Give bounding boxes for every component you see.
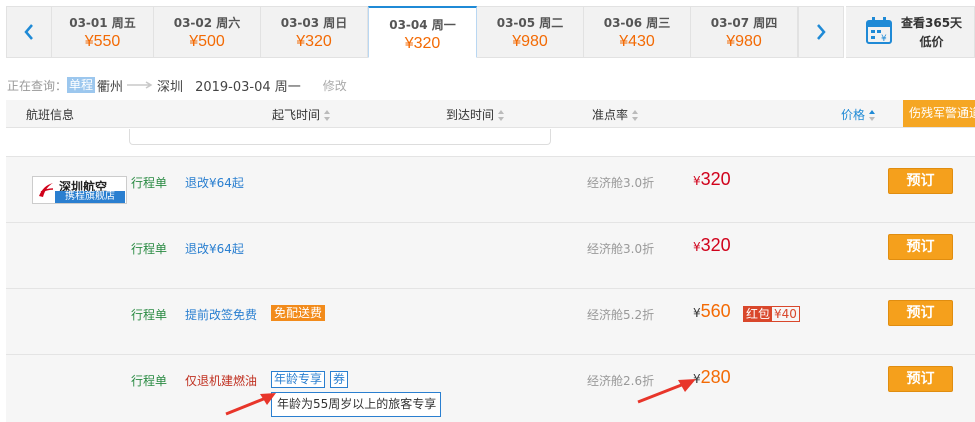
sort-price[interactable]: 价格 xyxy=(841,106,876,123)
airline-logo: 深圳航空 携程旗舰店 xyxy=(32,176,127,204)
book-button[interactable]: 预订 xyxy=(888,300,953,326)
fare-row: 深圳航空 携程旗舰店 行程单 退改¥64起 经济舱3.0折 ¥320 预订 xyxy=(6,156,975,222)
query-date: 2019-03-04 周一 xyxy=(195,79,301,95)
date-tab-0301[interactable]: 03-01 周五 ¥550 xyxy=(52,6,154,58)
chevron-left-icon xyxy=(24,24,33,40)
book-button[interactable]: 预订 xyxy=(888,168,953,194)
query-summary: 正在查询： 单程 衢州 深圳 2019-03-04 周一 修改 xyxy=(7,76,347,95)
fare-row: 行程单 仅退机建燃油 年龄专享 券 年龄为55周岁以上的旅客专享 经济舱2.6折… xyxy=(6,354,975,422)
date-tab-price: ¥980 xyxy=(512,33,548,50)
military-police-channel-button[interactable]: 伤残军警通道 xyxy=(903,100,975,127)
coupon-tag[interactable]: 券 xyxy=(330,371,349,388)
date-tab-date: 03-01 周五 xyxy=(69,16,136,30)
destination-city: 深圳 xyxy=(157,79,184,95)
next-dates-button[interactable] xyxy=(798,6,844,58)
book-button[interactable]: 预订 xyxy=(888,234,953,260)
cabin-discount: 经济舱5.2折 xyxy=(587,308,655,322)
long-arrow-right-icon xyxy=(127,81,153,89)
date-tab-price: ¥430 xyxy=(619,33,655,50)
date-tab-date: 03-05 周二 xyxy=(496,16,564,30)
header-ontime-label: 准点率 xyxy=(592,108,629,122)
airline-store-label: 携程旗舰店 xyxy=(55,191,125,203)
results-header: 航班信息 起飞时间 到达时间 准点率 价格 伤残军警通道 xyxy=(6,100,975,128)
calendar-label: 查看365天 低价 xyxy=(901,14,962,52)
prev-dates-button[interactable] xyxy=(6,6,52,58)
price-value: 320 xyxy=(700,235,731,255)
fare-price: ¥320 xyxy=(693,235,731,256)
cabin-discount: 经济舱3.0折 xyxy=(587,242,655,256)
sort-arrows-icon xyxy=(324,110,331,121)
red-packet-value: ¥40 xyxy=(774,307,797,321)
date-tab-price: ¥550 xyxy=(84,33,121,50)
itinerary-link[interactable]: 行程单 xyxy=(131,174,167,191)
itinerary-link[interactable]: 行程单 xyxy=(131,306,167,323)
itinerary-link[interactable]: 行程单 xyxy=(131,372,167,389)
query-label: 正在查询： xyxy=(7,78,68,93)
fare-row: 行程单 退改¥64起 经济舱3.0折 ¥320 预订 xyxy=(6,222,975,288)
currency-symbol: ¥ xyxy=(693,174,701,188)
date-tab-price: ¥320 xyxy=(404,35,441,52)
sort-asc-icon xyxy=(869,110,876,121)
refund-policy-link[interactable]: 退改¥64起 xyxy=(185,174,244,191)
low-price-calendar-button[interactable]: ¥ 查看365天 低价 xyxy=(846,6,975,58)
shenzhen-airlines-logo-icon xyxy=(39,183,54,197)
fare-price: ¥560 xyxy=(693,301,731,322)
itinerary-link[interactable]: 行程单 xyxy=(131,240,167,257)
book-button[interactable]: 预订 xyxy=(888,366,953,392)
header-depart-label: 起飞时间 xyxy=(272,108,321,122)
cabin-discount: 经济舱2.6折 xyxy=(587,374,655,388)
date-tab-price: ¥500 xyxy=(189,33,225,50)
date-tab-0303[interactable]: 03-03 周日 ¥320 xyxy=(261,6,368,58)
date-tab-date: 03-02 周六 xyxy=(173,16,241,30)
header-flight-info: 航班信息 xyxy=(26,108,75,122)
date-tab-date: 03-06 周三 xyxy=(603,16,671,30)
fare-price: ¥320 xyxy=(693,169,731,190)
calendar-label-line2: 低价 xyxy=(919,35,944,49)
date-selector-bar: 03-01 周五 ¥550 03-02 周六 ¥500 03-03 周日 ¥32… xyxy=(0,6,975,58)
cabin-discount: 经济舱3.0折 xyxy=(587,176,655,190)
price-value: 280 xyxy=(700,367,731,387)
price-value: 560 xyxy=(700,301,731,321)
age-exclusive-tag[interactable]: 年龄专享 xyxy=(271,371,326,388)
sort-arrows-icon xyxy=(632,110,639,121)
refund-policy-link[interactable]: 退改¥64起 xyxy=(185,240,244,257)
date-tab-price: ¥320 xyxy=(296,33,332,50)
date-tab-date: 03-07 周四 xyxy=(710,16,778,30)
calendar-label-line1: 查看365天 xyxy=(901,16,963,30)
modify-search-link[interactable]: 修改 xyxy=(323,77,347,94)
currency-symbol: ¥ xyxy=(693,372,701,386)
refund-policy-link[interactable]: 仅退机建燃油 xyxy=(185,372,257,389)
date-tab-0305[interactable]: 03-05 周二 ¥980 xyxy=(477,6,584,58)
currency-symbol: ¥ xyxy=(693,240,701,254)
age-exclusive-tooltip: 年龄为55周岁以上的旅客专享 xyxy=(271,392,441,417)
previous-panel-edge xyxy=(129,129,551,145)
date-tab-price: ¥980 xyxy=(726,33,762,50)
change-policy-link[interactable]: 提前改签免费 xyxy=(185,306,257,323)
trip-type-badge: 单程 xyxy=(67,77,96,93)
svg-text:¥: ¥ xyxy=(881,34,887,44)
date-tab-date: 03-04 周一 xyxy=(389,18,456,32)
currency-symbol: ¥ xyxy=(693,306,701,320)
red-packet-badge: 红包 ¥40 xyxy=(743,306,800,322)
date-tab-0304-selected[interactable]: 03-04 周一 ¥320 xyxy=(368,6,477,58)
free-delivery-badge: 免配送费 xyxy=(271,305,326,321)
header-price-label: 价格 xyxy=(841,108,866,122)
date-tab-date: 03-03 周日 xyxy=(280,16,348,30)
date-tab-0306[interactable]: 03-06 周三 ¥430 xyxy=(584,6,691,58)
date-tab-0302[interactable]: 03-02 周六 ¥500 xyxy=(154,6,261,58)
date-tab-0307[interactable]: 03-07 周四 ¥980 xyxy=(691,6,798,58)
sort-depart-time[interactable]: 起飞时间 xyxy=(272,106,331,123)
fare-row: 行程单 提前改签免费 免配送费 经济舱5.2折 ¥560 红包 ¥40 预订 xyxy=(6,288,975,354)
calendar-price-icon: ¥ xyxy=(866,17,892,44)
header-arrive-label: 到达时间 xyxy=(446,108,495,122)
price-value: 320 xyxy=(700,169,731,189)
fare-price: ¥280 xyxy=(693,367,731,388)
red-packet-label: 红包 xyxy=(744,307,773,321)
origin-city: 衢州 xyxy=(97,79,124,95)
sort-ontime-rate[interactable]: 准点率 xyxy=(592,106,639,123)
chevron-right-icon xyxy=(817,24,826,40)
sort-arrive-time[interactable]: 到达时间 xyxy=(446,106,505,123)
sort-arrows-icon xyxy=(498,110,505,121)
